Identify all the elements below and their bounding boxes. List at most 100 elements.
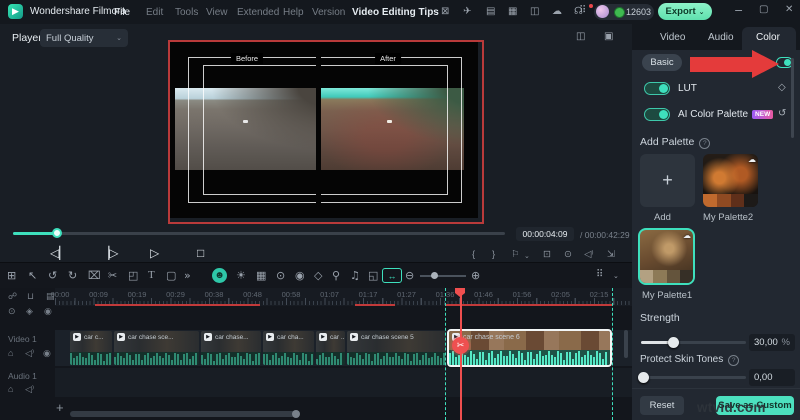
clip[interactable]: ▶car chase... bbox=[201, 331, 261, 365]
select-cursor-icon[interactable]: ↖ bbox=[28, 270, 37, 281]
snapshot-icon[interactable]: ⊙ bbox=[564, 249, 572, 260]
playhead-line[interactable] bbox=[460, 288, 462, 420]
ai-portrait-icon[interactable]: ☻ bbox=[212, 268, 227, 283]
fullscreen-icon[interactable]: ⇲ bbox=[607, 249, 615, 260]
play-button[interactable]: ▷ bbox=[150, 246, 159, 260]
next-frame-button[interactable]: ▕▷ bbox=[100, 246, 118, 260]
mute-audio-icon[interactable]: ◁⁾ bbox=[25, 384, 34, 395]
mute-track-icon[interactable]: ◁⁾ bbox=[25, 348, 34, 359]
menu-edit[interactable]: Edit bbox=[146, 7, 163, 18]
zoom-in-icon[interactable]: ⊕ bbox=[471, 270, 480, 281]
cloud-upload-icon[interactable]: ☁ bbox=[552, 7, 562, 17]
layout-grid-icon[interactable]: ◫ bbox=[576, 32, 585, 42]
speed-icon[interactable]: ◉ bbox=[295, 270, 305, 281]
gift-icon[interactable]: ⊠ bbox=[441, 7, 449, 17]
mark-in-icon[interactable]: { bbox=[472, 249, 475, 260]
export-button[interactable]: Export⌄ bbox=[658, 3, 712, 20]
palette2-tile[interactable]: ☁ bbox=[703, 154, 758, 207]
protect-slider[interactable] bbox=[641, 376, 746, 379]
strength-handle[interactable] bbox=[668, 337, 679, 348]
menu-help[interactable]: Help bbox=[283, 7, 304, 18]
marker-icon[interactable]: ⚐ bbox=[511, 249, 520, 260]
protect-handle[interactable] bbox=[638, 372, 649, 383]
tab-color[interactable]: Color bbox=[756, 32, 780, 43]
audio-mixer-icon[interactable]: ♫ bbox=[350, 270, 360, 281]
palette1-tile-selected[interactable]: ☁ bbox=[638, 228, 695, 285]
reset-palette-icon[interactable]: ↺ bbox=[778, 108, 786, 119]
protect-value-box[interactable]: 0,00 bbox=[749, 369, 795, 386]
horizontal-scrollbar[interactable] bbox=[70, 411, 298, 417]
audio-track-lane[interactable] bbox=[55, 368, 632, 397]
auto-ripple-icon[interactable]: ↔ bbox=[382, 268, 402, 283]
player-tab[interactable]: Player bbox=[12, 32, 42, 44]
close-button[interactable]: ✕ bbox=[785, 5, 793, 15]
clip[interactable]: ▶car c... bbox=[70, 331, 112, 365]
share-icon[interactable]: ✈ bbox=[463, 7, 471, 17]
ripple-edit-icon[interactable]: ▤ bbox=[46, 291, 55, 302]
split-icon[interactable]: ✂ bbox=[108, 270, 117, 281]
media-view-icon[interactable]: ▣ bbox=[604, 32, 613, 42]
pip-icon[interactable]: ◱ bbox=[368, 270, 378, 281]
redo-icon[interactable]: ↻ bbox=[68, 270, 77, 281]
video-editing-tips-link[interactable]: Video Editing Tips bbox=[352, 7, 439, 18]
help-icon[interactable]: ? bbox=[699, 138, 710, 149]
undo-icon[interactable]: ↺ bbox=[48, 270, 57, 281]
more-tools-icon[interactable]: » bbox=[184, 270, 191, 281]
apps-grid-icon[interactable]: ⠿ bbox=[579, 6, 586, 16]
display-icon[interactable]: ⊡ bbox=[543, 249, 551, 260]
green-screen-icon[interactable]: ▦ bbox=[256, 270, 266, 281]
clip[interactable]: ▶car chase sce... bbox=[114, 331, 199, 365]
template-icon[interactable]: ▢ bbox=[166, 270, 176, 281]
menu-view[interactable]: View bbox=[206, 7, 228, 18]
menu-tools[interactable]: Tools bbox=[175, 7, 198, 18]
timeline-zoom-slider[interactable] bbox=[420, 275, 466, 277]
preview-eye-icon[interactable]: ◉ bbox=[44, 306, 52, 317]
timeline-zoom-handle[interactable] bbox=[431, 272, 438, 279]
marker-chevron-icon[interactable]: ⌄ bbox=[524, 252, 530, 260]
prev-frame-button[interactable]: ◁▏ bbox=[50, 246, 68, 260]
quality-dropdown[interactable]: Full Quality⌄ bbox=[40, 29, 128, 47]
seek-bar[interactable] bbox=[13, 232, 505, 235]
track-manager-chevron-icon[interactable]: ⌄ bbox=[613, 273, 619, 280]
tab-audio[interactable]: Audio bbox=[708, 32, 734, 43]
crop-icon[interactable]: ◰ bbox=[128, 270, 138, 281]
tasks-icon[interactable]: ▤ bbox=[486, 7, 495, 17]
ai-palette-toggle[interactable] bbox=[644, 108, 670, 121]
camera-icon[interactable]: ⊙ bbox=[8, 306, 16, 317]
split-scissors-badge[interactable]: ✂ bbox=[452, 337, 469, 354]
magnet-snap-icon[interactable]: ⊔ bbox=[27, 291, 34, 302]
stop-button[interactable]: □ bbox=[197, 246, 204, 260]
zoom-out-icon[interactable]: ⊖ bbox=[405, 270, 414, 281]
add-palette-tile[interactable]: + bbox=[640, 154, 695, 207]
lock-audio-icon[interactable]: ⌂ bbox=[8, 384, 13, 394]
scrollbar-handle[interactable] bbox=[292, 410, 300, 418]
reset-button[interactable]: Reset bbox=[640, 396, 684, 415]
lut-toggle[interactable] bbox=[644, 82, 670, 95]
keyframe-icon[interactable]: ◈ bbox=[26, 306, 33, 317]
avatar[interactable] bbox=[596, 5, 609, 18]
mark-out-icon[interactable]: } bbox=[492, 249, 495, 260]
track-manager-icon[interactable]: ⠿ bbox=[596, 270, 603, 280]
save-icon[interactable]: ◫ bbox=[530, 7, 539, 17]
hide-track-icon[interactable]: ◉ bbox=[43, 348, 51, 359]
minimize-button[interactable]: − bbox=[734, 5, 743, 16]
subtab-basic[interactable]: Basic bbox=[642, 54, 682, 71]
tab-video[interactable]: Video bbox=[660, 32, 685, 43]
media-icon[interactable]: ⊞ bbox=[7, 270, 16, 281]
record-icon[interactable]: ⊙ bbox=[276, 270, 285, 281]
clip[interactable]: ▶car ... bbox=[316, 331, 345, 365]
seek-handle[interactable] bbox=[52, 228, 62, 238]
lut-expand-icon[interactable]: ◇ bbox=[778, 82, 786, 93]
menu-file[interactable]: File bbox=[114, 7, 130, 18]
keyboard-icon[interactable]: ▦ bbox=[508, 7, 517, 17]
delete-icon[interactable]: ⌧ bbox=[88, 270, 101, 281]
lock-track-icon[interactable]: ⌂ bbox=[8, 348, 13, 358]
selected-clip[interactable]: ▶car chase scene 6 bbox=[447, 329, 612, 367]
add-track-button[interactable]: + bbox=[56, 400, 64, 415]
link-clips-icon[interactable]: ☍ bbox=[8, 291, 17, 302]
clip[interactable]: ▶car cha... bbox=[263, 331, 314, 365]
timeline-vertical-scrollbar[interactable] bbox=[624, 330, 628, 358]
mask-icon[interactable]: ◇ bbox=[314, 270, 322, 281]
restore-button[interactable]: ▢ bbox=[759, 5, 768, 15]
panel-scrollbar[interactable] bbox=[791, 58, 794, 138]
